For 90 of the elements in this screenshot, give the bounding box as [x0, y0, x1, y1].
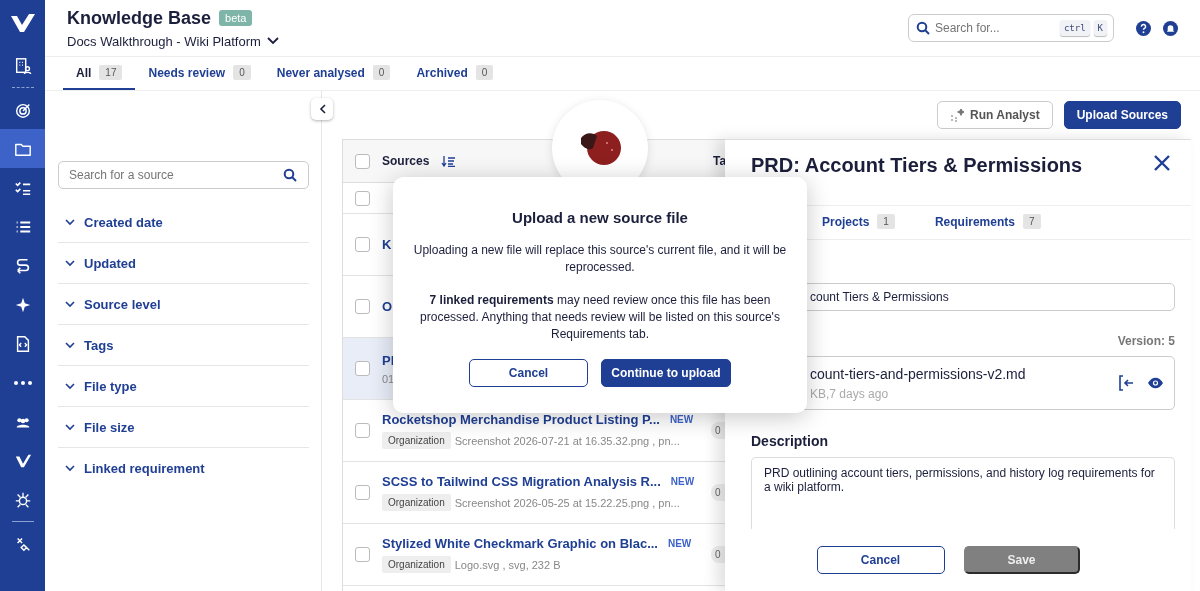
search-icon — [283, 168, 297, 182]
source-title[interactable]: Rocketshop Merchandise Product Listing P... — [382, 412, 660, 427]
panel-title: PRD: Account Tiers & Permissions — [751, 154, 1083, 177]
collapse-button[interactable] — [311, 98, 333, 120]
dialog-title: Upload a new source file — [512, 209, 688, 226]
source-row[interactable]: SCSS to Tailwind CSS Migration Analysis R... NEW Organization Screenshot 2026-05-25 at 15.22.25.png , pn... 0 — [343, 462, 725, 524]
checkbox[interactable] — [355, 153, 370, 169]
checkbox[interactable] — [355, 237, 370, 252]
chevron-down-icon — [266, 37, 279, 45]
field-label: Description — [751, 433, 829, 449]
checkbox[interactable] — [355, 485, 370, 500]
cancel-button[interactable]: Cancel — [816, 546, 945, 574]
tab[interactable]: Projects 1 — [809, 206, 908, 239]
checkbox[interactable] — [355, 361, 370, 376]
checkbox[interactable] — [355, 299, 370, 314]
tab[interactable]: Archived 0 — [403, 57, 507, 90]
source-title[interactable]: O — [382, 299, 393, 314]
search-icon — [916, 21, 930, 35]
keyboard-key: ctrl — [1059, 20, 1090, 36]
filter-group-label[interactable]: Created date — [84, 214, 163, 230]
count-badge: 7 — [1022, 214, 1041, 229]
source-search-field[interactable]: Search for a source — [58, 161, 309, 189]
version-label: Version: 5 — [1116, 334, 1175, 348]
check-logo-icon[interactable] — [10, 14, 35, 32]
count-badge: 0 — [711, 546, 725, 563]
chevron-down-icon[interactable] — [65, 300, 75, 308]
level-tag: Organization — [382, 556, 451, 573]
filter-group-label[interactable]: Linked requirement — [84, 461, 205, 476]
cancel-button[interactable]: Cancel — [469, 359, 588, 387]
dialog-message: Uploading a new file will replace this source's current file, and it will be reprocessed. — [412, 242, 788, 276]
level-tag: Organization — [382, 432, 451, 449]
file-name: count-tiers-and-permissions-v2.md — [810, 365, 1027, 382]
checkbox[interactable] — [355, 190, 370, 206]
sort-icon[interactable] — [441, 155, 456, 167]
source-subtitle: 01 — [382, 372, 395, 385]
count-badge: 0 — [233, 65, 251, 80]
replace-icon[interactable] — [1119, 375, 1135, 391]
tab[interactable]: Never analysed 0 — [263, 57, 404, 90]
tab[interactable]: Requirements 7 — [921, 206, 1054, 239]
source-title[interactable]: Pl — [382, 352, 395, 368]
chevron-down-icon[interactable] — [65, 465, 75, 472]
source-title[interactable]: Stylized White Checkmark Graphic on Blac... — [382, 536, 658, 551]
filter-group-label[interactable]: File size — [84, 419, 135, 435]
more-icon — [13, 380, 32, 385]
source-title[interactable]: SCSS to Tailwind CSS Migration Analysis R... — [382, 474, 661, 489]
count-badge: 17 — [99, 65, 123, 80]
new-label: NEW — [669, 414, 694, 425]
filter-group-label[interactable]: File type — [84, 378, 137, 394]
eye-icon[interactable] — [1147, 377, 1164, 389]
close-icon[interactable] — [1153, 154, 1171, 172]
filter-group-label[interactable]: Tags — [84, 337, 114, 353]
count-badge: 1 — [877, 214, 895, 229]
chevron-down-icon[interactable] — [65, 259, 75, 267]
new-label: NEW — [670, 476, 695, 487]
count-badge: 0 — [372, 65, 391, 80]
chevron-down-icon[interactable] — [65, 423, 75, 431]
checkbox[interactable] — [355, 423, 370, 438]
upload-sources-button[interactable]: Upload Sources — [1063, 101, 1181, 129]
chevron-down-icon[interactable] — [65, 218, 75, 226]
bell-icon[interactable] — [1163, 20, 1178, 36]
file-info: Screenshot 2026-05-25 at 15.22.25.png , pn... — [454, 496, 680, 509]
tab[interactable]: Needs review 0 — [135, 57, 264, 90]
nav-item[interactable] — [0, 129, 45, 168]
sparkle-icon — [950, 108, 965, 122]
tab[interactable]: All 17 — [63, 57, 136, 90]
column-header[interactable]: Sources — [382, 154, 430, 168]
level-tag: Organization — [382, 494, 451, 511]
filter-group-label[interactable]: Updated — [84, 255, 136, 271]
source-title[interactable]: K — [382, 237, 392, 252]
page-title: Knowledge Base — [67, 7, 212, 29]
description-field[interactable]: PRD outlining account tiers, permissions, and history log requirements for a wiki platform. — [751, 457, 1175, 529]
checkbox[interactable] — [355, 547, 370, 562]
filter-group-label[interactable]: Source level — [84, 296, 161, 312]
chevron-left-icon — [318, 104, 326, 114]
source-row[interactable]: Stylized White Checkmark Graphic on Blac... NEW Organization Logo.svg , svg, 232 B 0 — [343, 524, 725, 586]
building-icon — [13, 56, 32, 75]
run-analyst-button[interactable]: Run Analyst — [937, 101, 1053, 129]
continue-button[interactable]: Continue to upload — [601, 359, 731, 387]
chevron-down-icon[interactable] — [65, 341, 75, 349]
count-badge: 0 — [475, 65, 494, 80]
help-icon[interactable] — [1136, 20, 1151, 36]
chevron-down-icon[interactable] — [65, 382, 75, 390]
file-info: Logo.svg , svg, 232 B — [454, 558, 561, 571]
file-info: Screenshot 2026-07-21 at 16.35.32.png , pn... — [454, 434, 680, 447]
project-dropdown[interactable]: Docs Walkthrough - Wiki Platform — [67, 33, 908, 49]
count-badge: 0 — [711, 422, 725, 439]
new-label: NEW — [667, 538, 692, 549]
beta-badge: beta — [219, 10, 253, 26]
count-badge: 0 — [711, 484, 725, 501]
file-info: KB,7 days ago — [810, 386, 890, 401]
